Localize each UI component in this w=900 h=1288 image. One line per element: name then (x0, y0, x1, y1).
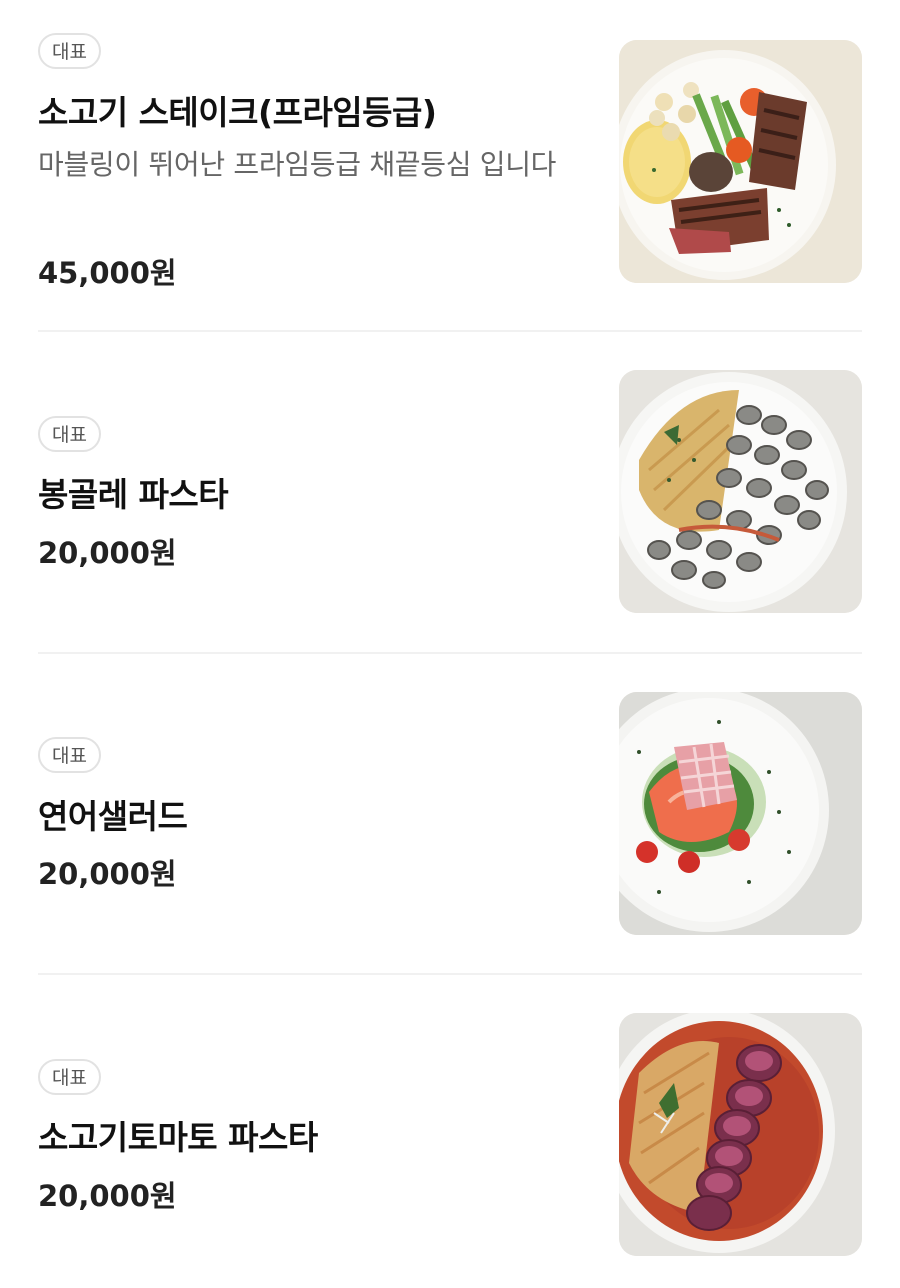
menu-item-name: 봉골레 파스타 (38, 475, 229, 514)
menu-item-price: 45,000원 (38, 256, 177, 290)
beef-tomato-pasta-photo[interactable] (619, 1013, 862, 1256)
menu-item-beef-steak[interactable]: 대표 소고기 스테이크(프라임등급) 마블링이 뛰어난 프라임등급 채끝등심 입… (38, 0, 862, 330)
menu-item-vongole-pasta[interactable]: 대표 봉골레 파스타 20,000원 (38, 331, 862, 652)
menu-item-beef-tomato-pasta[interactable]: 대표 소고기토마토 파스타 20,000원 (38, 974, 862, 1288)
menu-item-name: 소고기 스테이크(프라임등급) (38, 93, 437, 132)
vongole-pasta-photo[interactable] (619, 370, 862, 613)
menu-item-salmon-salad[interactable]: 대표 연어샐러드 20,000원 (38, 653, 862, 973)
beef-tomato-pasta-photo-icon (619, 1013, 862, 1256)
signature-badge: 대표 (38, 1059, 101, 1095)
signature-badge: 대표 (38, 33, 101, 69)
signature-badge: 대표 (38, 737, 101, 773)
menu-item-name: 소고기토마토 파스타 (38, 1118, 318, 1157)
vongole-pasta-photo-icon (619, 370, 862, 613)
menu-item-price: 20,000원 (38, 857, 177, 891)
signature-badge: 대표 (38, 416, 101, 452)
menu-item-price: 20,000원 (38, 536, 177, 570)
menu-item-name: 연어샐러드 (38, 797, 188, 836)
salmon-salad-photo[interactable] (619, 692, 862, 935)
salmon-salad-photo-icon (619, 692, 862, 935)
steak-photo-icon (619, 40, 862, 283)
steak-photo[interactable] (619, 40, 862, 283)
menu-item-price: 20,000원 (38, 1179, 177, 1213)
menu-item-description: 마블링이 뛰어난 프라임등급 채끝등심 입니다 (38, 148, 557, 181)
